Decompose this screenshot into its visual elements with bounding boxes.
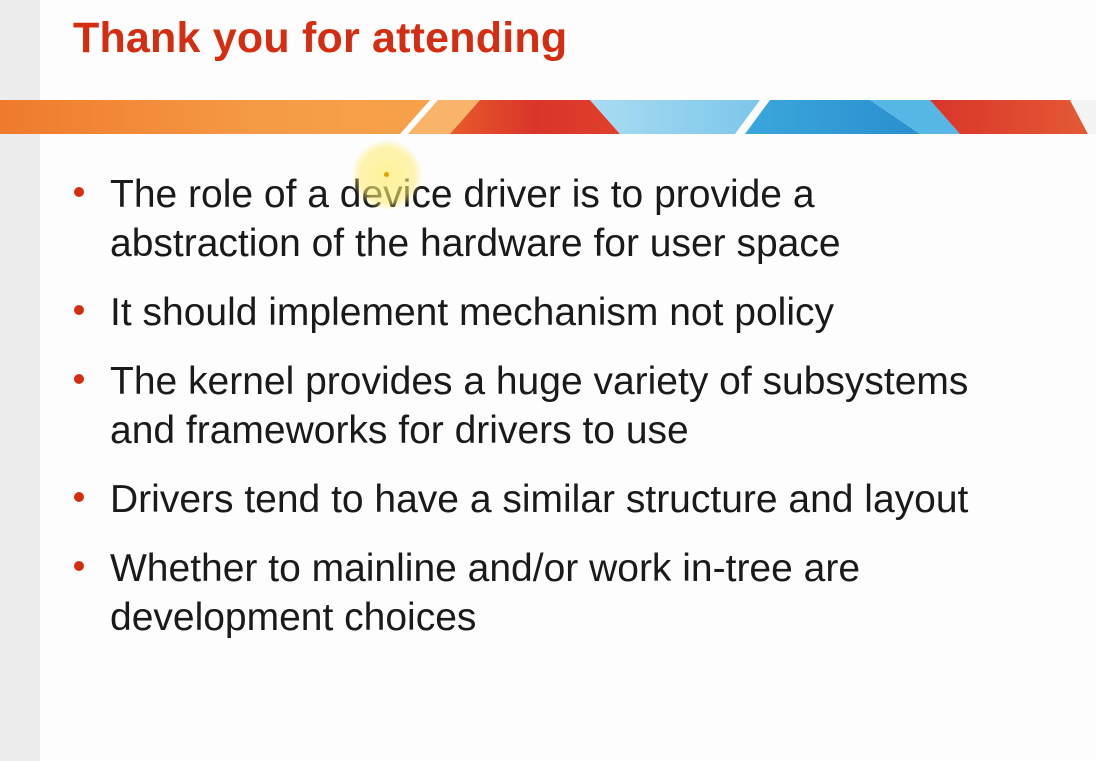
mouse-pointer-icon — [384, 172, 389, 177]
list-item: The role of a device driver is to provid… — [70, 170, 1030, 268]
bullet-dot-icon — [74, 374, 84, 384]
bullet-text: Drivers tend to have a similar structure… — [110, 478, 969, 521]
presentation-slide: Thank you for attending The role of a de… — [0, 0, 1096, 761]
bullet-dot-icon — [74, 561, 84, 571]
bullet-text: The kernel provides a huge variety of su… — [110, 360, 969, 452]
list-item: Whether to mainline and/or work in-tree … — [70, 544, 1030, 642]
slide-title: Thank you for attending — [73, 14, 568, 62]
decorative-banner — [0, 100, 1096, 134]
bullet-dot-icon — [74, 305, 84, 315]
bullet-dot-icon — [74, 492, 84, 502]
bullet-dot-icon — [74, 187, 84, 197]
list-item: Drivers tend to have a similar structure… — [70, 475, 1030, 524]
list-item: The kernel provides a huge variety of su… — [70, 357, 1030, 455]
bullet-text: The role of a device driver is to provid… — [110, 173, 841, 265]
bullet-text: Whether to mainline and/or work in-tree … — [110, 547, 861, 639]
bullet-text: It should implement mechanism not policy — [110, 291, 834, 334]
list-item: It should implement mechanism not policy — [70, 288, 1030, 337]
bullet-list: The role of a device driver is to provid… — [70, 170, 1030, 662]
